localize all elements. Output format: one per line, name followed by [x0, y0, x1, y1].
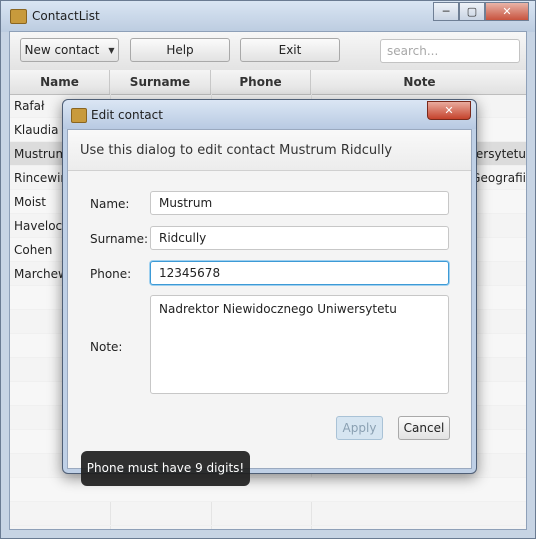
surname-label: Surname: — [90, 232, 149, 246]
column-header-note[interactable]: Note — [311, 70, 528, 94]
dialog-header: Use this dialog to edit contact Mustrum … — [68, 130, 471, 171]
column-header-phone[interactable]: Phone — [211, 70, 311, 94]
edit-contact-dialog: Edit contact ✕ Use this dialog to edit c… — [62, 99, 477, 474]
dialog-close-button[interactable]: ✕ — [427, 101, 471, 120]
app-icon — [10, 9, 27, 24]
chevron-down-icon: ▼ — [108, 45, 115, 55]
name-field[interactable] — [150, 191, 449, 215]
note-label: Note: — [90, 340, 123, 354]
maximize-button[interactable]: ▢ — [459, 2, 485, 21]
help-button[interactable]: Help — [130, 38, 230, 62]
minimize-button[interactable]: ─ — [433, 2, 459, 21]
validation-tooltip: Phone must have 9 digits! — [81, 451, 250, 486]
phone-label: Phone: — [90, 267, 132, 281]
dialog-titlebar[interactable]: Edit contact ✕ — [63, 100, 476, 129]
new-contact-button[interactable]: New contact ▼ — [20, 38, 119, 62]
cancel-button[interactable]: Cancel — [398, 416, 450, 440]
app-icon — [71, 108, 87, 123]
table-header: Name Surname Phone Note — [10, 70, 526, 95]
exit-button[interactable]: Exit — [240, 38, 340, 62]
toolbar: New contact ▼ Help Exit — [10, 32, 526, 71]
window-title: ContactList — [32, 9, 100, 23]
search-input[interactable] — [380, 39, 520, 63]
surname-field[interactable] — [150, 226, 449, 250]
column-header-surname[interactable]: Surname — [110, 70, 211, 94]
apply-button[interactable]: Apply — [336, 416, 383, 440]
main-titlebar[interactable]: ContactList ─ ▢ ✕ — [1, 1, 535, 32]
phone-field[interactable] — [150, 261, 449, 285]
new-contact-label: New contact — [24, 43, 100, 57]
dialog-header-text: Use this dialog to edit contact Mustrum … — [80, 143, 393, 158]
window-controls: ─ ▢ ✕ — [433, 2, 529, 21]
dialog-title: Edit contact — [91, 108, 163, 122]
dialog-content: Use this dialog to edit contact Mustrum … — [67, 129, 472, 469]
column-header-name[interactable]: Name — [10, 70, 110, 94]
close-button[interactable]: ✕ — [485, 2, 529, 21]
note-field[interactable]: Nadrektor Niewidocznego Uniwersytetu — [150, 295, 449, 394]
name-label: Name: — [90, 197, 130, 211]
table-row-empty — [10, 502, 526, 526]
